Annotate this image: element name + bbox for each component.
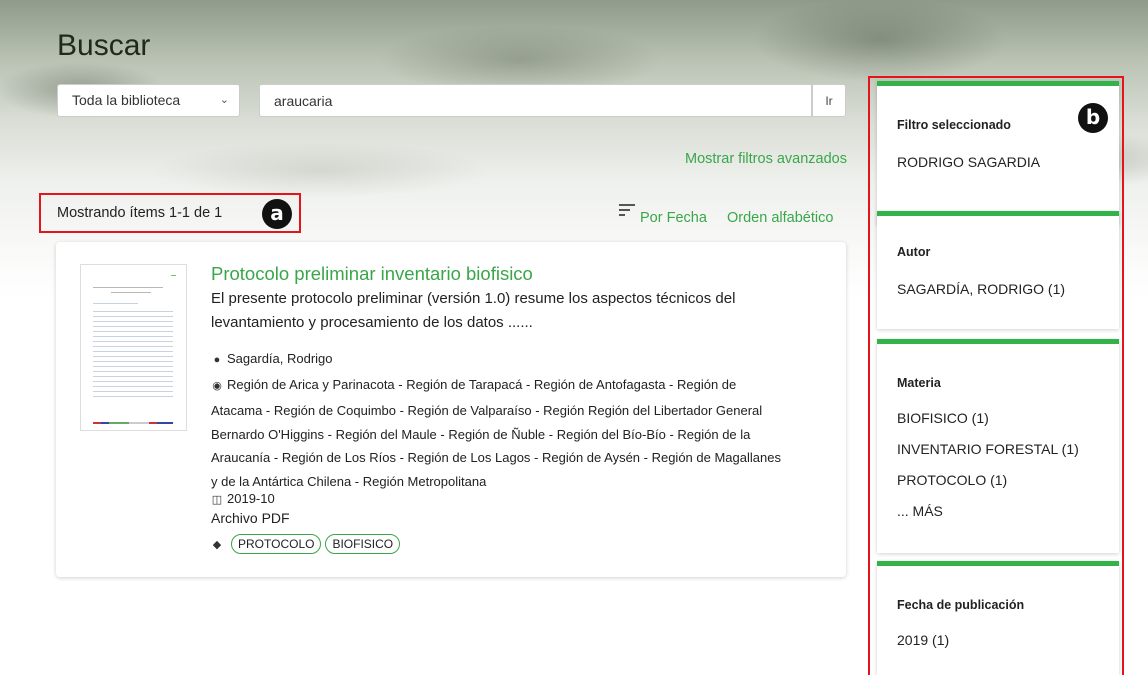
annotation-badge-b: b xyxy=(1078,103,1108,133)
scope-select[interactable]: Toda la biblioteca ⌄ xyxy=(57,84,240,117)
result-date: 2019-10 xyxy=(227,491,275,506)
result-date-row: ◫ 2019-10 xyxy=(211,491,275,506)
sort-by-date-link[interactable]: Por Fecha xyxy=(640,210,707,226)
search-input[interactable] xyxy=(259,84,812,117)
result-places: ◉ Región de Arica y Parinacota - Región d… xyxy=(211,373,783,494)
annotation-box-b xyxy=(868,76,1124,675)
sort-icon[interactable] xyxy=(619,204,635,218)
annotation-badge-a: a xyxy=(262,199,292,229)
scope-select-value: Toda la biblioteca xyxy=(72,92,181,108)
sort-alphabetical-link[interactable]: Orden alfabético xyxy=(727,210,833,226)
advanced-filters-link[interactable]: Mostrar filtros avanzados xyxy=(685,151,847,167)
result-tags: ◆ PROTOCOLO BIOFISICO xyxy=(211,534,401,554)
chevron-down-icon: ⌄ xyxy=(219,94,229,106)
tag-chip[interactable]: BIOFISICO xyxy=(325,534,401,554)
result-abstract: El presente protocolo preliminar (versió… xyxy=(211,290,736,331)
page-title: Buscar xyxy=(57,29,151,62)
result-format: Archivo PDF xyxy=(211,510,290,526)
search-button[interactable]: Ir xyxy=(812,84,846,117)
map-pin-icon: ◉ xyxy=(212,380,222,392)
result-author[interactable]: Sagardía, Rodrigo xyxy=(227,351,333,366)
result-title-link[interactable]: Protocolo preliminar inventario biofisic… xyxy=(211,263,533,285)
tag-icon: ◆ xyxy=(212,538,222,551)
result-places-text: Región de Arica y Parinacota - Región de… xyxy=(211,377,781,490)
person-icon: ● xyxy=(213,354,221,366)
calendar-icon: ◫ xyxy=(211,494,223,506)
result-author-row: ● Sagardía, Rodrigo xyxy=(211,351,333,366)
document-thumbnail[interactable] xyxy=(80,264,187,431)
tag-chip[interactable]: PROTOCOLO xyxy=(231,534,322,554)
